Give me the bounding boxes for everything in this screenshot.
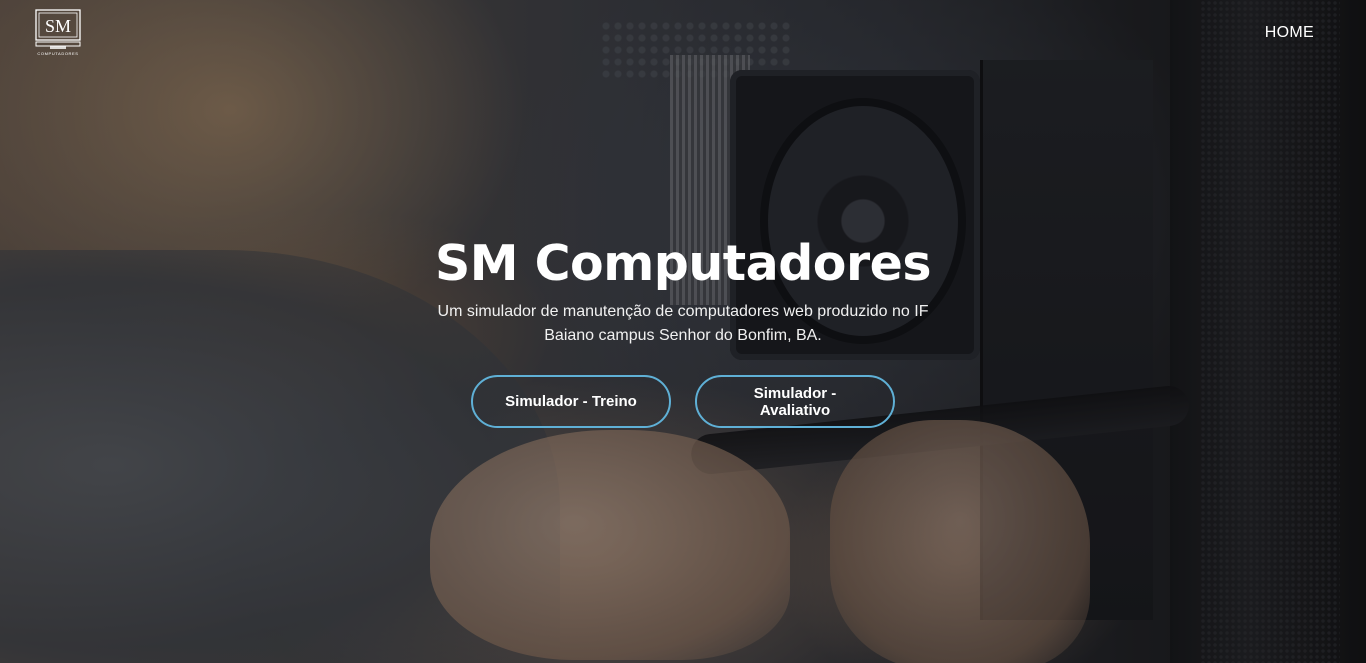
page-title: SM Computadores [434, 235, 932, 292]
hero-buttons: Simulador - Treino Simulador - Avaliativ… [0, 375, 1366, 428]
hero-content: SM Computadores Um simulador de manutenç… [0, 232, 1366, 428]
simulator-training-button[interactable]: Simulador - Treino [471, 375, 671, 428]
nav-home-link[interactable]: HOME [1265, 24, 1314, 42]
page-subtitle: Um simulador de manutenção de computador… [437, 303, 929, 344]
site-logo[interactable]: SM COMPUTADORES [35, 9, 81, 57]
simulator-evaluation-button[interactable]: Simulador - Avaliativo [695, 375, 895, 428]
hero-section: SM COMPUTADORES HOME SM Computadores Um … [0, 0, 1366, 663]
logo-icon: SM COMPUTADORES [35, 9, 81, 56]
logo-monogram: SM [45, 16, 71, 36]
logo-subtext: COMPUTADORES [37, 51, 78, 56]
